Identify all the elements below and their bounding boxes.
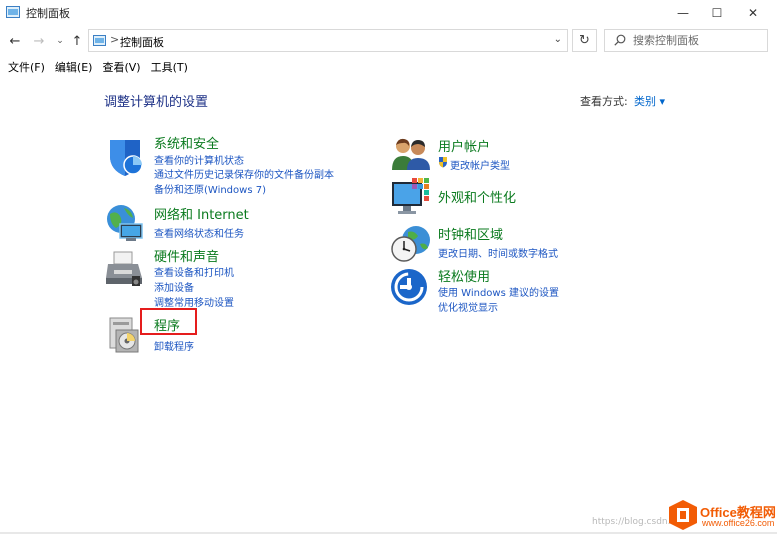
control-panel-app-icon [6,6,20,18]
users-icon[interactable] [390,136,432,172]
menu-tools[interactable]: 工具(T) [151,59,188,75]
link-uninstall-program[interactable]: 卸载程序 [154,338,194,353]
category-ease-of-access-title[interactable]: 轻松使用 [438,266,490,285]
close-button[interactable]: ✕ [736,0,770,26]
display-icon[interactable] [390,178,432,218]
highlight-box [140,308,197,335]
office-logo-icon [669,500,697,530]
address-bar[interactable]: > 控制面板 ⌄ [88,29,568,52]
link-network-status[interactable]: 查看网络状态和任务 [154,225,244,240]
link-view-computer-status[interactable]: 查看你的计算机状态 [154,152,244,167]
link-backup-restore[interactable]: 备份和还原(Windows 7) [154,181,266,196]
breadcrumb-control-panel[interactable]: 控制面板 [120,34,164,50]
category-clock-region-title[interactable]: 时钟和区域 [438,224,503,243]
menu-view[interactable]: 查看(V) [102,59,140,75]
category-network-title[interactable]: 网络和 Internet [154,204,249,223]
category-appearance-title[interactable]: 外观和个性化 [438,187,516,206]
menu-bar: 文件(F) 编辑(E) 查看(V) 工具(T) [0,59,190,75]
category-system-security-title[interactable]: 系统和安全 [154,133,219,152]
minimize-button[interactable]: — [666,0,700,26]
link-optimize-visual-display[interactable]: 优化视觉显示 [438,299,498,314]
uac-shield-icon [439,157,447,168]
link-windows-recommended-settings[interactable]: 使用 Windows 建议的设置 [438,284,559,299]
watermark-site: www.office26.com [702,518,775,528]
menu-file[interactable]: 文件(F) [8,59,45,75]
up-button[interactable]: ↑ [68,31,86,51]
refresh-button[interactable]: ↻ [572,29,597,52]
recent-locations-button[interactable]: ⌄ [54,31,66,51]
chevron-down-icon[interactable]: ⌄ [554,34,562,45]
view-by-dropdown[interactable]: 类别 ▾ [634,93,665,109]
shield-icon[interactable] [104,136,146,178]
menu-edit[interactable]: 编辑(E) [55,59,93,75]
programs-icon[interactable] [106,316,144,354]
search-input[interactable] [633,32,763,49]
window-title: 控制面板 [26,7,70,20]
control-panel-icon [93,35,106,46]
clock-globe-icon[interactable] [390,224,432,264]
search-icon [614,34,626,46]
link-mobility-settings[interactable]: 调整常用移动设置 [154,294,234,309]
link-add-device[interactable]: 添加设备 [154,279,194,294]
category-hardware-sound-title[interactable]: 硬件和声音 [154,246,219,265]
globe-network-icon[interactable] [104,202,146,244]
link-devices-printers[interactable]: 查看设备和打印机 [154,264,234,279]
back-button[interactable]: ← [6,31,24,51]
page-title: 调整计算机的设置 [104,95,209,110]
forward-button[interactable]: → [30,31,48,51]
search-box[interactable] [604,29,768,52]
maximize-button[interactable]: ☐ [700,0,734,26]
breadcrumb-separator: > [110,33,120,46]
link-file-history[interactable]: 通过文件历史记录保存你的文件备份副本 [154,166,334,181]
link-change-account-type[interactable]: 更改帐户类型 [450,157,510,172]
title-bar: 控制面板 — ☐ ✕ [0,0,777,26]
category-user-accounts-title[interactable]: 用户帐户 [438,136,490,155]
printer-icon[interactable] [104,248,146,290]
link-change-date-time-format[interactable]: 更改日期、时间或数字格式 [438,245,558,260]
watermark-url: https://blog.csdn.n [592,517,677,527]
control-panel-window: 控制面板 — ☐ ✕ ← → ⌄ ↑ > 控制面板 ⌄ ↻ 文件(F) 编辑(E… [0,0,777,534]
view-by-label: 查看方式: [580,95,628,108]
ease-of-access-icon[interactable] [390,268,428,306]
